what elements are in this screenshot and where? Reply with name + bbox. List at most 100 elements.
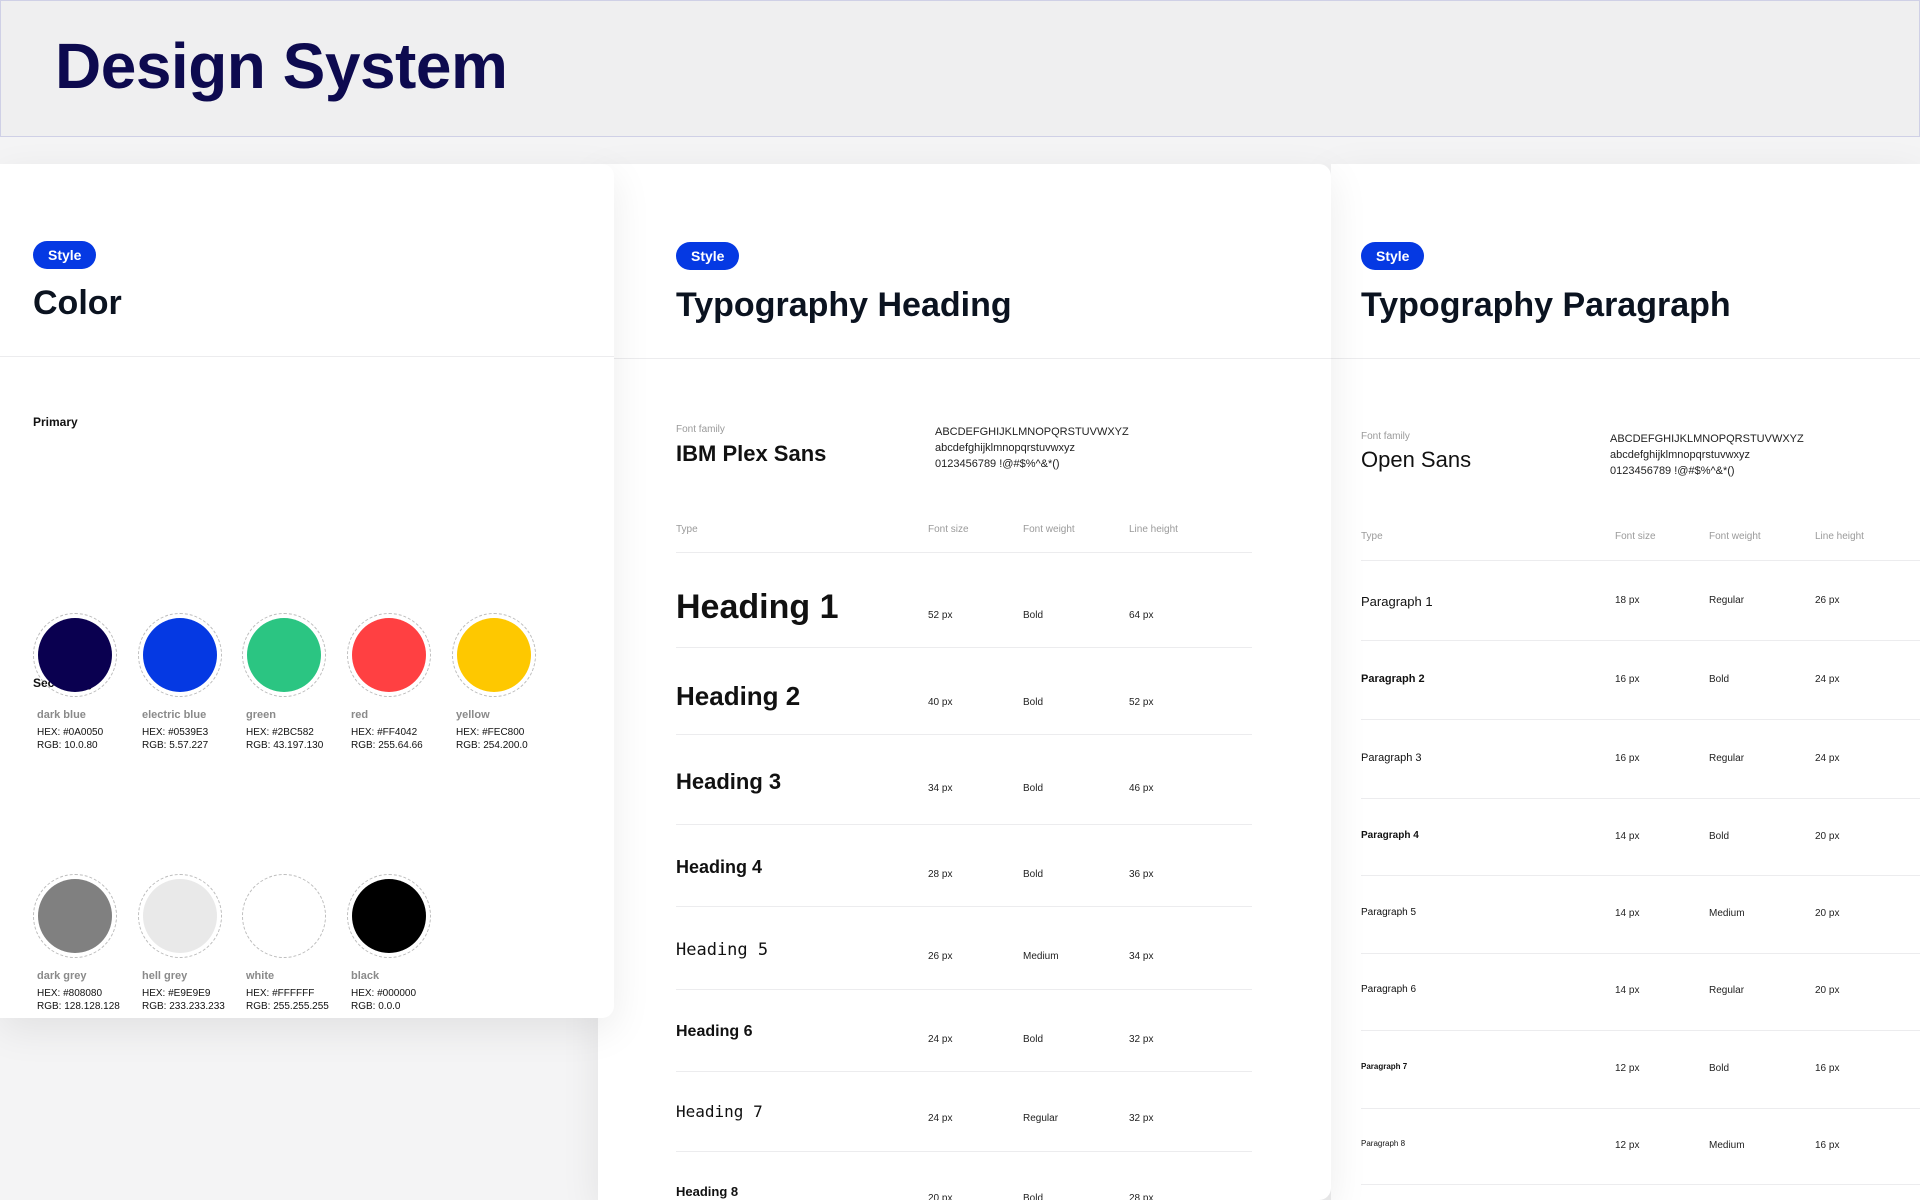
swatch-circle [247,879,321,953]
font-weight-value: Bold [1023,697,1044,709]
type-name: Paragraph 1 [1361,594,1433,609]
font-family-label: Font family [676,424,725,435]
swatch-rgb: RGB: 254.200.0 [456,740,528,751]
swatch-rgb: RGB: 10.0.80 [37,740,98,751]
line-height-value: 24 px [1815,674,1840,685]
row-divider [1361,1108,1920,1109]
swatch-ring [138,613,222,697]
column-header-font-size: Font size [1615,531,1656,542]
type-name: Heading 1 [676,588,839,626]
swatch-name: red [351,709,369,721]
type-name: Heading 2 [676,681,801,711]
swatch-rgb: RGB: 233.233.233 [142,1001,225,1012]
font-sample: ABCDEFGHIJKLMNOPQRSTUVWXYZ abcdefghijklm… [1610,431,1804,479]
font-weight-value: Regular [1709,753,1745,764]
swatch-name: dark grey [37,970,87,982]
font-size-value: 14 px [1615,908,1640,919]
line-height-value: 16 px [1815,1063,1840,1074]
row-divider [676,824,1252,825]
row-divider [676,1151,1252,1152]
swatch-name: yellow [456,709,490,721]
font-weight-value: Bold [1709,674,1730,685]
font-weight-value: Bold [1023,1193,1044,1200]
color-swatch: yellow HEX: #FEC800 RGB: 254.200.0 [452,613,552,752]
font-size-value: 24 px [928,1033,953,1045]
font-size-value: 16 px [1615,753,1640,764]
typography-heading-card: Style Typography Heading Font family IBM… [598,164,1331,1200]
font-size-value: 34 px [928,783,953,795]
swatch-ring [33,874,117,958]
font-sample-upper: ABCDEFGHIJKLMNOPQRSTUVWXYZ [935,426,1129,438]
font-size-value: 20 px [928,1193,953,1200]
card-divider [1331,358,1920,359]
font-size-value: 24 px [928,1112,953,1124]
type-name: Heading 4 [676,857,763,877]
swatch-hex: HEX: #0A0050 [37,727,104,738]
column-header-font-weight: Font weight [1023,524,1075,535]
font-family-name: IBM Plex Sans [676,441,827,466]
line-height-value: 24 px [1815,753,1840,764]
font-sample-lower: abcdefghijklmnopqrstuvwxyz [1610,449,1751,461]
swatch-hex: HEX: #0539E3 [142,727,209,738]
font-size-value: 14 px [1615,831,1640,842]
swatch-name: white [246,970,275,982]
type-name: Heading 5 [676,940,769,960]
line-height-value: 36 px [1129,868,1154,880]
font-family-name: Open Sans [1361,447,1472,472]
line-height-value: 28 px [1129,1193,1154,1200]
type-name: Paragraph 5 [1361,907,1417,918]
swatch-ring [347,874,431,958]
line-height-value: 20 px [1815,985,1840,996]
color-swatch: hell grey HEX: #E9E9E9 RGB: 233.233.233 [138,874,238,1013]
swatch-ring [242,613,326,697]
font-size-value: 14 px [1615,985,1640,996]
font-sample: ABCDEFGHIJKLMNOPQRSTUVWXYZ abcdefghijklm… [935,424,1129,472]
swatch-hex: HEX: #FF4042 [351,727,418,738]
row-divider [676,906,1252,907]
swatch-circle [457,618,531,692]
style-badge: Style [1361,242,1425,270]
column-header-font-size: Font size [928,524,969,535]
style-badge: Style [33,241,97,269]
line-height-value: 32 px [1129,1033,1154,1045]
type-name: Paragraph 8 [1361,1139,1406,1148]
row-divider [1361,953,1920,954]
swatch-rgb: RGB: 255.64.66 [351,740,423,751]
swatch-hex: HEX: #000000 [351,988,417,999]
swatch-name: black [351,970,380,982]
row-divider [1361,1030,1920,1031]
swatch-name: dark blue [37,709,86,721]
row-divider [1361,560,1920,561]
font-weight-value: Regular [1709,595,1745,606]
swatch-name: green [246,709,276,721]
font-size-value: 12 px [1615,1140,1640,1151]
color-swatch: green HEX: #2BC582 RGB: 43.197.130 [242,613,342,752]
font-weight-value: Medium [1023,951,1059,963]
column-header-type: Type [1361,531,1383,542]
line-height-value: 26 px [1815,595,1840,606]
row-divider [1361,798,1920,799]
font-sample-lower: abcdefghijklmnopqrstuvwxyz [935,442,1076,454]
swatch-rgb: RGB: 0.0.0 [351,1001,401,1012]
font-weight-value: Bold [1023,1033,1044,1045]
type-name: Paragraph 4 [1361,830,1419,841]
swatch-name: hell grey [142,970,188,982]
color-swatch: red HEX: #FF4042 RGB: 255.64.66 [347,613,447,752]
line-height-value: 16 px [1815,1140,1840,1151]
row-divider [1361,719,1920,720]
row-divider [676,552,1252,553]
line-height-value: 20 px [1815,831,1840,842]
swatch-ring [452,613,536,697]
type-name: Paragraph 6 [1361,984,1417,995]
row-divider [676,989,1252,990]
line-height-value: 52 px [1129,697,1154,709]
swatch-name: electric blue [142,709,207,721]
primary-label: Primary [33,415,78,429]
font-weight-value: Medium [1709,908,1745,919]
color-swatch: black HEX: #000000 RGB: 0.0.0 [347,874,447,1013]
typography-paragraph-card: Style Typography Paragraph Font family O… [1331,164,1920,1200]
swatch-rgb: RGB: 255.255.255 [246,1001,329,1012]
font-sample-digits: 0123456789 !@#$%^&*() [935,458,1060,470]
style-badge: Style [676,242,740,270]
swatch-circle [143,618,217,692]
